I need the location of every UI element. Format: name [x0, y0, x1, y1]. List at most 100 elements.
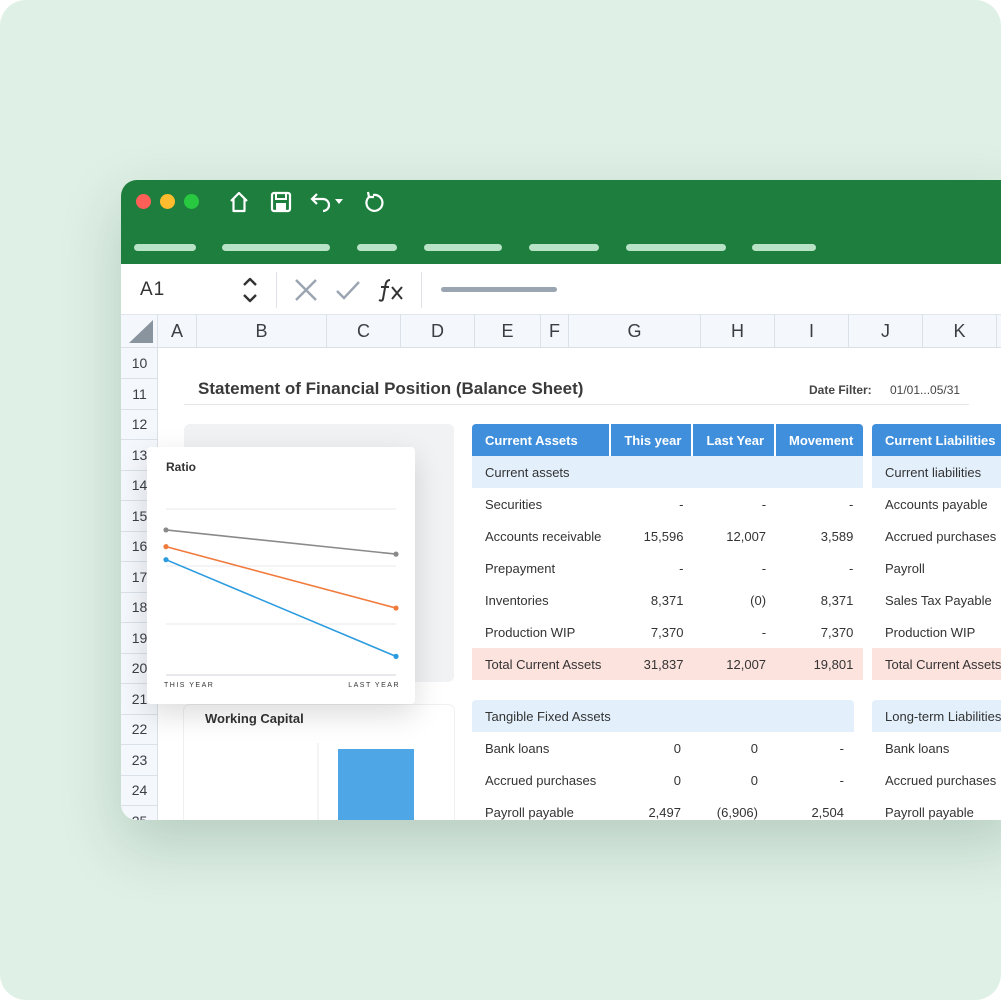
movement-cell[interactable]: - — [768, 764, 854, 796]
column-header[interactable]: D — [401, 315, 475, 348]
cell-reference[interactable]: A1 — [140, 279, 165, 301]
movement-total[interactable]: 19,801 — [776, 648, 864, 680]
row-header[interactable]: 12 — [121, 409, 158, 440]
row-label[interactable]: Production WIP — [872, 616, 1001, 648]
working-capital-title: Working Capital — [205, 711, 304, 726]
last-year-cell[interactable]: - — [693, 488, 776, 520]
row-label[interactable]: Bank loans — [472, 732, 614, 764]
row-header[interactable]: 25 — [121, 806, 158, 820]
column-title: Last Year — [693, 424, 777, 456]
row-label[interactable]: Sales Tax Payable — [872, 584, 1001, 616]
column-header[interactable]: F — [541, 315, 569, 348]
this-year-total[interactable]: 31,837 — [611, 648, 694, 680]
close-window-button[interactable] — [136, 194, 151, 209]
menu-tab-2[interactable] — [222, 244, 330, 251]
home-icon[interactable] — [227, 189, 251, 215]
movement-cell[interactable]: 8,371 — [776, 584, 863, 616]
menu-tab-4[interactable] — [424, 244, 502, 251]
movement-cell[interactable]: 3,589 — [776, 520, 863, 552]
working-capital-card[interactable]: Working Capital — [184, 705, 454, 820]
last-year-cell[interactable]: (6,906) — [691, 796, 768, 820]
column-header[interactable]: G — [569, 315, 701, 348]
insert-function-icon[interactable] — [377, 277, 405, 303]
menu-tab-6[interactable] — [626, 244, 726, 251]
total-label[interactable]: Total Current Assets — [872, 648, 1001, 680]
section-row: Current assets — [472, 456, 864, 488]
menu-tab-3[interactable] — [357, 244, 397, 251]
section-row: Long-term Liabilities — [872, 700, 1001, 732]
movement-cell[interactable]: - — [776, 552, 863, 584]
this-year-cell[interactable]: 0 — [614, 732, 691, 764]
last-year-cell[interactable]: - — [693, 616, 776, 648]
this-year-cell[interactable]: - — [611, 552, 693, 584]
last-year-cell[interactable]: (0) — [693, 584, 776, 616]
formula-input[interactable] — [441, 287, 557, 292]
last-year-cell[interactable]: 12,007 — [693, 520, 776, 552]
column-header[interactable]: K — [923, 315, 997, 348]
last-year-cell[interactable]: - — [693, 552, 776, 584]
movement-cell[interactable]: 2,504 — [768, 796, 854, 820]
row-label[interactable]: Accounts payable — [872, 488, 1001, 520]
background: A1 A B C D E F G H I J K 10 11 12 13 14 … — [0, 0, 1001, 1000]
this-year-cell[interactable]: 7,370 — [611, 616, 693, 648]
this-year-cell[interactable]: 2,497 — [614, 796, 691, 820]
series-point — [163, 544, 169, 550]
row-label[interactable]: Accrued purchases — [472, 764, 614, 796]
this-year-cell[interactable]: 15,596 — [611, 520, 693, 552]
undo-icon[interactable] — [307, 189, 347, 215]
menu-tab-7[interactable] — [752, 244, 816, 251]
row-label[interactable]: Securities — [472, 488, 611, 520]
row-header[interactable]: 24 — [121, 775, 158, 806]
last-year-cell[interactable]: 0 — [691, 732, 768, 764]
menu-tab-5[interactable] — [529, 244, 599, 251]
row-label[interactable]: Accounts receivable — [472, 520, 611, 552]
row-label[interactable]: Payroll payable — [472, 796, 614, 820]
select-all-corner[interactable] — [121, 315, 158, 348]
last-year-cell[interactable]: 0 — [691, 764, 768, 796]
save-icon[interactable] — [269, 189, 293, 215]
minimize-window-button[interactable] — [160, 194, 175, 209]
ratio-chart — [163, 508, 399, 676]
working-capital-chart — [317, 743, 414, 820]
section-label[interactable]: Long-term Liabilities — [872, 700, 1001, 732]
row-label[interactable]: Payroll — [872, 552, 1001, 584]
row-label[interactable]: Prepayment — [472, 552, 611, 584]
row-label[interactable]: Accrued purchases — [872, 520, 1001, 552]
ratio-card[interactable]: Ratio THIS YEAR LAST YEAR — [147, 447, 415, 704]
section-label[interactable]: Current assets — [472, 456, 864, 488]
last-year-total[interactable]: 12,007 — [693, 648, 777, 680]
sheet-title: Statement of Financial Position (Balance… — [198, 379, 584, 398]
row-label[interactable]: Payroll payable — [872, 796, 1001, 820]
row-label[interactable]: Bank loans — [872, 732, 1001, 764]
row-label[interactable]: Accrued purchases — [872, 764, 1001, 796]
cell-reference-stepper-icon[interactable] — [240, 274, 260, 306]
movement-cell[interactable]: - — [768, 732, 854, 764]
row-header[interactable]: 22 — [121, 714, 158, 745]
row-header[interactable]: 10 — [121, 348, 158, 379]
row-label[interactable]: Inventories — [472, 584, 611, 616]
section-label[interactable]: Current liabilities — [872, 456, 1001, 488]
column-header[interactable]: J — [849, 315, 923, 348]
row-header[interactable]: 11 — [121, 379, 158, 410]
this-year-cell[interactable]: 8,371 — [611, 584, 693, 616]
section-label[interactable]: Tangible Fixed Assets — [472, 700, 854, 732]
column-header[interactable]: A — [158, 315, 197, 348]
menu-tab-1[interactable] — [134, 244, 196, 251]
confirm-icon[interactable] — [335, 278, 361, 302]
date-filter-value[interactable]: 01/01...05/31 — [890, 383, 960, 397]
column-header[interactable]: B — [197, 315, 327, 348]
column-header[interactable]: I — [775, 315, 849, 348]
cancel-icon[interactable] — [293, 277, 319, 303]
movement-cell[interactable]: - — [776, 488, 863, 520]
total-label[interactable]: Total Current Assets — [472, 648, 612, 680]
this-year-cell[interactable]: 0 — [614, 764, 691, 796]
column-header[interactable]: C — [327, 315, 401, 348]
row-header[interactable]: 23 — [121, 745, 158, 776]
movement-cell[interactable]: 7,370 — [776, 616, 863, 648]
this-year-cell[interactable]: - — [611, 488, 693, 520]
maximize-window-button[interactable] — [184, 194, 199, 209]
row-label[interactable]: Production WIP — [472, 616, 611, 648]
redo-icon[interactable] — [361, 189, 385, 215]
column-header[interactable]: H — [701, 315, 775, 348]
column-header[interactable]: E — [475, 315, 541, 348]
